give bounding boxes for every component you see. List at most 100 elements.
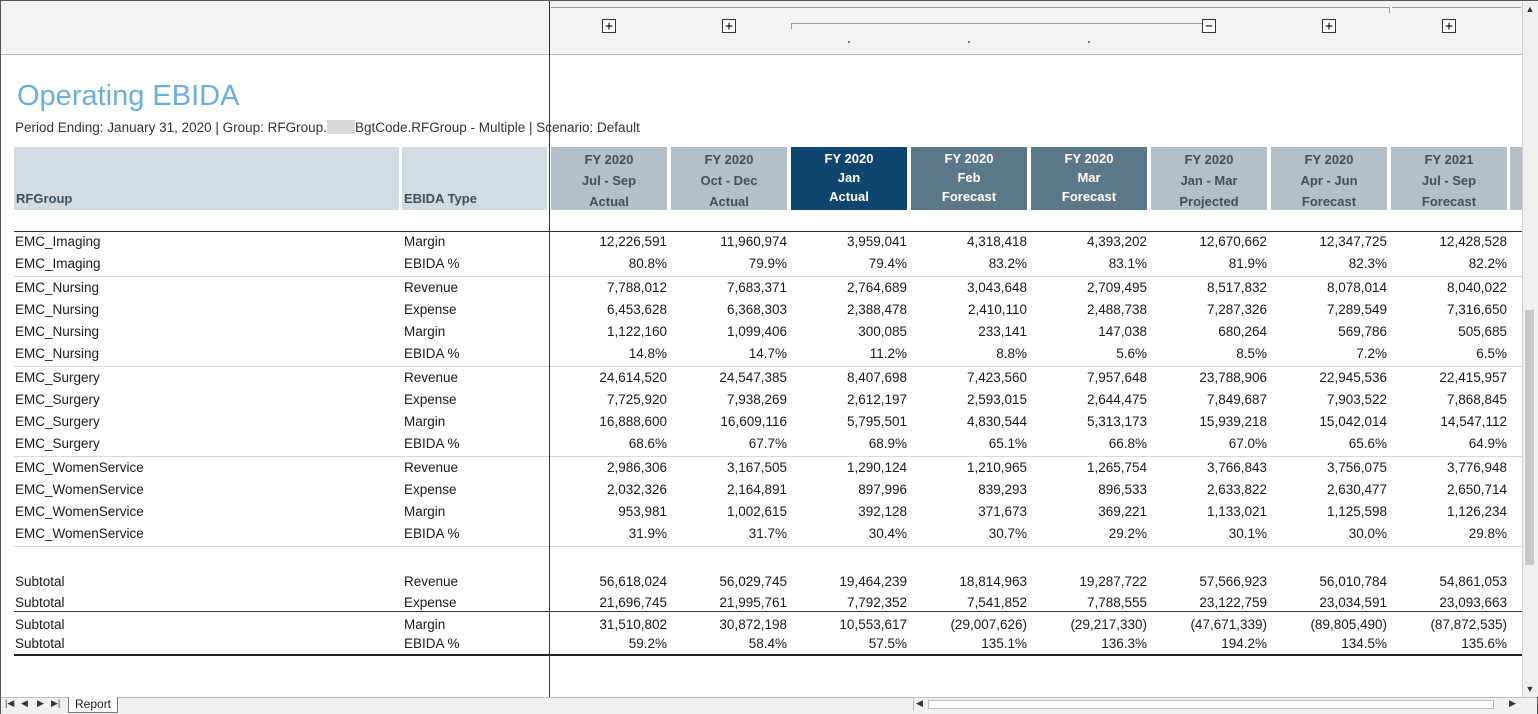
row-group-cell[interactable]: EMC_Imaging bbox=[15, 256, 101, 271]
last-sheet-icon[interactable]: ▶| bbox=[51, 698, 60, 709]
value-cell[interactable]: 57,566,923 bbox=[1151, 574, 1267, 589]
value-cell[interactable]: 2,630,477 bbox=[1271, 482, 1387, 497]
row-group-cell[interactable]: EMC_WomenService bbox=[15, 482, 144, 497]
row-type-cell[interactable]: EBIDA % bbox=[404, 256, 460, 271]
value-cell[interactable]: 21,696,745 bbox=[551, 595, 667, 610]
value-cell[interactable]: 300,085 bbox=[791, 324, 907, 339]
value-cell[interactable]: 30,872,198 bbox=[671, 617, 787, 632]
value-cell[interactable]: 10,553,617 bbox=[791, 617, 907, 632]
value-cell[interactable]: 7,868,845 bbox=[1391, 392, 1507, 407]
value-cell[interactable]: 3,756,075 bbox=[1271, 460, 1387, 475]
value-cell[interactable]: 30.1% bbox=[1151, 526, 1267, 541]
value-cell[interactable]: 369,221 bbox=[1031, 504, 1147, 519]
row-group-cell[interactable]: EMC_WomenService bbox=[15, 460, 144, 475]
value-cell[interactable]: 15,042,014 bbox=[1271, 414, 1387, 429]
row-type-cell[interactable]: Margin bbox=[404, 414, 445, 429]
value-cell[interactable]: 7,849,687 bbox=[1151, 392, 1267, 407]
value-cell[interactable]: 1,125,598 bbox=[1271, 504, 1387, 519]
row-type-cell[interactable]: EBIDA % bbox=[404, 636, 460, 651]
value-cell[interactable]: 82.2% bbox=[1391, 256, 1507, 271]
value-cell[interactable]: 23,093,663 bbox=[1391, 595, 1507, 610]
value-cell[interactable]: 134.5% bbox=[1271, 636, 1387, 651]
value-cell[interactable]: 21,995,761 bbox=[671, 595, 787, 610]
value-cell[interactable]: 30.4% bbox=[791, 526, 907, 541]
value-cell[interactable]: 82.3% bbox=[1271, 256, 1387, 271]
row-type-cell[interactable]: Margin bbox=[404, 234, 445, 249]
value-cell[interactable]: 569,786 bbox=[1271, 324, 1387, 339]
row-type-cell[interactable]: Margin bbox=[404, 504, 445, 519]
value-cell[interactable]: 1,002,615 bbox=[671, 504, 787, 519]
row-type-cell[interactable]: Revenue bbox=[404, 574, 458, 589]
row-group-cell[interactable]: Subtotal bbox=[15, 617, 65, 632]
value-cell[interactable]: 29.2% bbox=[1031, 526, 1147, 541]
value-cell[interactable]: 58.4% bbox=[671, 636, 787, 651]
value-cell[interactable]: (89,805,490) bbox=[1271, 617, 1387, 632]
row-type-cell[interactable]: Expense bbox=[404, 392, 457, 407]
value-cell[interactable]: 1,210,965 bbox=[911, 460, 1027, 475]
value-cell[interactable]: 953,981 bbox=[551, 504, 667, 519]
value-cell[interactable]: 4,393,202 bbox=[1031, 234, 1147, 249]
value-cell[interactable]: 30.7% bbox=[911, 526, 1027, 541]
value-cell[interactable]: 65.1% bbox=[911, 436, 1027, 451]
row-group-cell[interactable]: EMC_Nursing bbox=[15, 346, 99, 361]
prev-sheet-icon[interactable]: ◀ bbox=[21, 698, 28, 709]
value-cell[interactable]: 2,650,714 bbox=[1391, 482, 1507, 497]
value-cell[interactable]: 12,347,725 bbox=[1271, 234, 1387, 249]
value-cell[interactable]: 4,318,418 bbox=[911, 234, 1027, 249]
value-cell[interactable]: (47,671,339) bbox=[1151, 617, 1267, 632]
value-cell[interactable]: 67.0% bbox=[1151, 436, 1267, 451]
value-cell[interactable]: 5,313,173 bbox=[1031, 414, 1147, 429]
row-group-cell[interactable]: Subtotal bbox=[15, 574, 65, 589]
row-group-cell[interactable]: EMC_Surgery bbox=[15, 414, 100, 429]
column-header[interactable]: FY 2020 Mar Forecast bbox=[1031, 147, 1147, 210]
value-cell[interactable]: (29,007,626) bbox=[911, 617, 1027, 632]
value-cell[interactable]: (87,872,535) bbox=[1391, 617, 1507, 632]
value-cell[interactable]: 14,547,112 bbox=[1391, 414, 1507, 429]
value-cell[interactable]: 7,788,012 bbox=[551, 280, 667, 295]
value-cell[interactable]: 505,685 bbox=[1391, 324, 1507, 339]
value-cell[interactable]: 4,830,544 bbox=[911, 414, 1027, 429]
value-cell[interactable]: 2,764,689 bbox=[791, 280, 907, 295]
value-cell[interactable]: 19,287,722 bbox=[1031, 574, 1147, 589]
value-cell[interactable]: 2,388,478 bbox=[791, 302, 907, 317]
row-group-cell[interactable]: EMC_Nursing bbox=[15, 280, 99, 295]
row-type-cell[interactable]: EBIDA % bbox=[404, 346, 460, 361]
value-cell[interactable]: 3,776,948 bbox=[1391, 460, 1507, 475]
value-cell[interactable]: 16,609,116 bbox=[671, 414, 787, 429]
value-cell[interactable]: 12,428,528 bbox=[1391, 234, 1507, 249]
value-cell[interactable]: 8,407,698 bbox=[791, 370, 907, 385]
value-cell[interactable]: 14.8% bbox=[551, 346, 667, 361]
value-cell[interactable]: 897,996 bbox=[791, 482, 907, 497]
value-cell[interactable]: 56,618,024 bbox=[551, 574, 667, 589]
row-group-cell[interactable]: EMC_Surgery bbox=[15, 436, 100, 451]
value-cell[interactable]: 66.8% bbox=[1031, 436, 1147, 451]
value-cell[interactable]: 56,029,745 bbox=[671, 574, 787, 589]
value-cell[interactable]: 8.5% bbox=[1151, 346, 1267, 361]
value-cell[interactable]: 83.1% bbox=[1031, 256, 1147, 271]
value-cell[interactable]: 24,614,520 bbox=[551, 370, 667, 385]
column-header[interactable]: FY 2021 Jul - Sep Forecast bbox=[1391, 147, 1507, 210]
value-cell[interactable]: 31.9% bbox=[551, 526, 667, 541]
value-cell[interactable]: 5.6% bbox=[1031, 346, 1147, 361]
row-group-cell[interactable]: Subtotal bbox=[15, 595, 65, 610]
value-cell[interactable]: 7,287,326 bbox=[1151, 302, 1267, 317]
value-cell[interactable]: 57.5% bbox=[791, 636, 907, 651]
value-cell[interactable]: 8.8% bbox=[911, 346, 1027, 361]
value-cell[interactable]: 136.3% bbox=[1031, 636, 1147, 651]
value-cell[interactable]: 3,766,843 bbox=[1151, 460, 1267, 475]
value-cell[interactable]: 23,122,759 bbox=[1151, 595, 1267, 610]
column-header[interactable]: FY 2020 Jan - Mar Projected bbox=[1151, 147, 1267, 210]
row-type-cell[interactable]: Margin bbox=[404, 617, 445, 632]
value-cell[interactable]: 81.9% bbox=[1151, 256, 1267, 271]
column-header[interactable]: FY 2020 Jul - Sep Actual bbox=[551, 147, 667, 210]
value-cell[interactable]: 7,316,650 bbox=[1391, 302, 1507, 317]
row-type-cell[interactable]: Expense bbox=[404, 302, 457, 317]
value-cell[interactable]: 392,128 bbox=[791, 504, 907, 519]
value-cell[interactable]: 2,986,306 bbox=[551, 460, 667, 475]
value-cell[interactable]: 8,040,022 bbox=[1391, 280, 1507, 295]
row-type-cell[interactable]: EBIDA % bbox=[404, 436, 460, 451]
value-cell[interactable]: 54,861,053 bbox=[1391, 574, 1507, 589]
value-cell[interactable]: 7,792,352 bbox=[791, 595, 907, 610]
value-cell[interactable]: 3,167,505 bbox=[671, 460, 787, 475]
value-cell[interactable]: 6,368,303 bbox=[671, 302, 787, 317]
